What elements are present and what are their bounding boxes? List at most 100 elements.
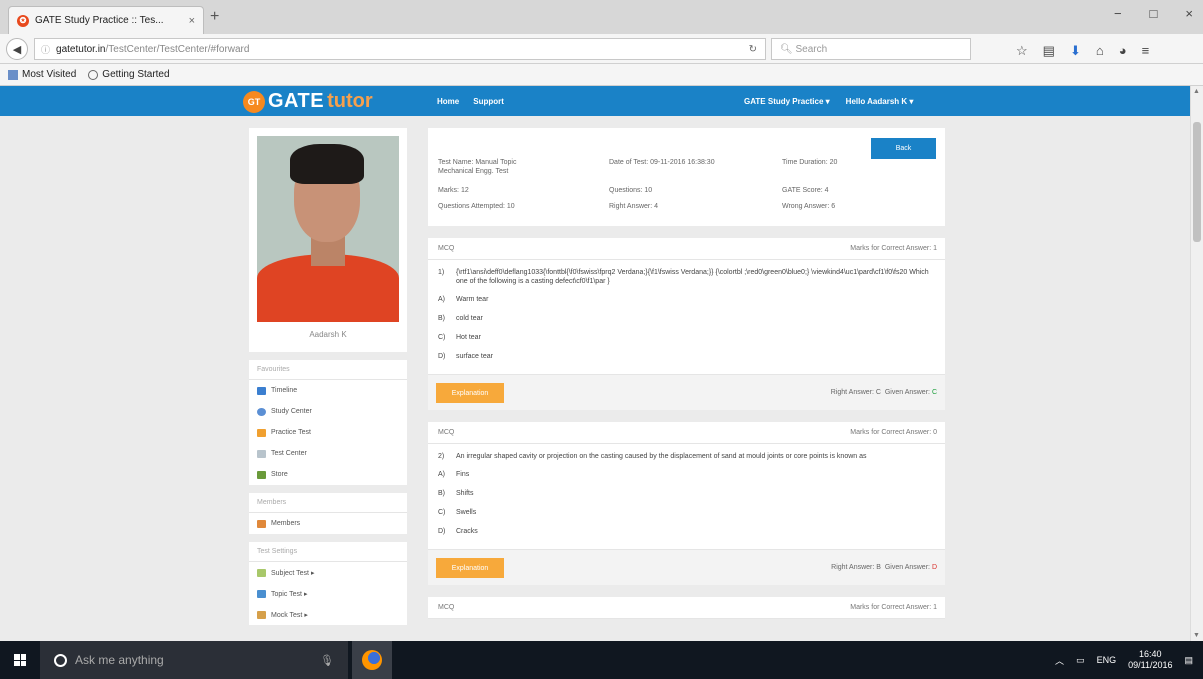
tab-close-icon[interactable]: × xyxy=(189,15,195,27)
system-tray: ︿ ▭ ENG 16:40 09/11/2016 ▤ xyxy=(1055,641,1193,679)
timeline-icon xyxy=(257,386,266,395)
notification-icon[interactable]: ▤ xyxy=(1184,655,1193,666)
sidebar-item-members[interactable]: Members xyxy=(249,513,407,534)
new-tab-button[interactable]: + xyxy=(210,8,219,26)
sidebar-item-study-center[interactable]: Study Center xyxy=(249,401,407,422)
user-nav: GATE Study Practice ▾ Hello Aadarsh K ▾ xyxy=(744,97,913,106)
taskbar-firefox[interactable] xyxy=(352,641,392,679)
questions-attempted: Questions Attempted: 10 xyxy=(438,203,515,210)
nav-home[interactable]: Home xyxy=(437,97,459,106)
profile-name: Aadarsh K xyxy=(309,330,347,339)
sidebar-item-label: Topic Test ▸ xyxy=(271,590,308,598)
language-indicator[interactable]: ENG xyxy=(1097,655,1117,665)
subject-test-icon xyxy=(257,568,266,577)
question-type: MCQ xyxy=(438,245,455,252)
bookmark-label: Getting Started xyxy=(102,69,170,80)
scroll-thumb[interactable] xyxy=(1193,122,1201,242)
info-icon[interactable]: ⓘ xyxy=(41,43,50,56)
question-marks: Marks for Correct Answer: 1 xyxy=(850,604,937,611)
bookmarks-bar: Most Visited Getting Started xyxy=(0,64,1203,86)
sidebar-item-label: Subject Test ▸ xyxy=(271,569,315,577)
scroll-up-icon[interactable]: ▲ xyxy=(1193,88,1200,95)
question-text-row: 2) An irregular shaped cavity or project… xyxy=(438,452,935,461)
test-questions: Questions: 10 xyxy=(609,187,653,194)
sidebar-item-test-center[interactable]: Test Center xyxy=(249,443,407,464)
test-marks: Marks: 12 xyxy=(438,187,469,194)
close-window-button[interactable]: × xyxy=(1185,6,1193,21)
option-letter: B) xyxy=(438,315,445,322)
option-letter: C) xyxy=(438,334,446,341)
explanation-button[interactable]: Explanation xyxy=(436,383,504,403)
question-header: MCQ Marks for Correct Answer: 1 xyxy=(428,238,945,260)
option-b: B) Shifts xyxy=(438,484,935,503)
tray-chevron-icon[interactable]: ︿ xyxy=(1055,654,1064,667)
minimize-button[interactable]: − xyxy=(1114,6,1122,21)
option-letter: A) xyxy=(438,471,445,478)
test-center-icon xyxy=(257,449,266,458)
favourites-panel: Favourites Timeline Study Center Practic… xyxy=(249,360,407,485)
microphone-icon[interactable]: 🎙︎ xyxy=(320,654,334,667)
logo-text-gate: GATE xyxy=(268,90,325,112)
browser-tab[interactable]: ✪ GATE Study Practice :: Tes... × xyxy=(8,6,204,34)
search-input[interactable]: 🔍︎ Search xyxy=(771,38,971,60)
sidebar-item-store[interactable]: Store xyxy=(249,464,407,485)
wrong-answers: Wrong Answer: 6 xyxy=(782,203,836,210)
question-body: 2) An irregular shaped cavity or project… xyxy=(428,444,945,549)
windows-start-icon[interactable] xyxy=(14,654,26,666)
bookmark-getting-started[interactable]: Getting Started xyxy=(88,69,170,80)
url-bar[interactable]: ⓘ gatetutor.in /TestCenter/TestCenter/#f… xyxy=(34,38,766,60)
maximize-button[interactable]: □ xyxy=(1150,6,1158,21)
option-c: C) Hot tear xyxy=(438,328,935,347)
cortana-search[interactable]: Ask me anything 🎙︎ xyxy=(40,641,348,679)
sidebar-item-label: Store xyxy=(271,471,288,478)
reload-icon[interactable]: ↻ xyxy=(749,44,757,55)
sidebar-item-label: Practice Test xyxy=(271,429,311,436)
nav-support[interactable]: Support xyxy=(473,97,504,106)
nav-bar: ◀ ⓘ gatetutor.in /TestCenter/TestCenter/… xyxy=(0,34,1203,64)
back-arrow-icon[interactable]: ◀ xyxy=(6,38,28,60)
sidebar-item-timeline[interactable]: Timeline xyxy=(249,380,407,401)
photo-hair xyxy=(290,144,364,184)
bookmark-most-visited[interactable]: Most Visited xyxy=(8,69,76,80)
question-text-row: 1) {\rtf1\ansi\deff0\deflang1033{\fonttb… xyxy=(438,268,935,286)
option-text: surface tear xyxy=(456,353,493,360)
question-text: An irregular shaped cavity or projection… xyxy=(456,453,867,460)
option-d: D) Cracks xyxy=(438,522,935,541)
toolbar-icons: ☆ ▤ ⬇ ⌂ ◕ ≡ xyxy=(1016,43,1149,59)
question-number: 1) xyxy=(438,269,445,276)
option-text: cold tear xyxy=(456,315,483,322)
answer-summary: Right Answer: B Given Answer: D xyxy=(831,564,937,571)
profile-photo[interactable] xyxy=(257,136,399,322)
explanation-button[interactable]: Explanation xyxy=(436,558,504,578)
test-duration: Time Duration: 20 xyxy=(782,159,838,166)
question-marks: Marks for Correct Answer: 0 xyxy=(850,429,937,436)
scroll-down-icon[interactable]: ▼ xyxy=(1193,632,1200,639)
question-header: MCQ Marks for Correct Answer: 1 xyxy=(428,597,945,619)
pocket-icon[interactable]: ◕ xyxy=(1119,43,1127,59)
clock[interactable]: 16:40 09/11/2016 xyxy=(1128,649,1172,671)
sidebar-item-topic-test[interactable]: Topic Test ▸ xyxy=(249,583,407,604)
nav-user-menu[interactable]: Hello Aadarsh K ▾ xyxy=(846,97,914,106)
reading-list-icon[interactable]: ▤ xyxy=(1043,43,1055,59)
menu-icon[interactable]: ≡ xyxy=(1142,43,1150,59)
sidebar-item-subject-test[interactable]: Subject Test ▸ xyxy=(249,562,407,583)
home-icon[interactable]: ⌂ xyxy=(1096,43,1104,59)
sidebar-item-practice-test[interactable]: Practice Test xyxy=(249,422,407,443)
page-scrollbar[interactable]: ▲ ▼ xyxy=(1190,86,1203,641)
site-logo[interactable]: GT GATE tutor xyxy=(243,90,373,113)
sidebar-item-mock-test[interactable]: Mock Test ▸ xyxy=(249,604,407,625)
nav-gate-study-practice[interactable]: GATE Study Practice ▾ xyxy=(744,97,830,106)
taskbar: Ask me anything 🎙︎ ︿ ▭ ENG 16:40 09/11/2… xyxy=(0,641,1203,679)
tab-bar: ✪ GATE Study Practice :: Tes... × + − □ … xyxy=(0,0,1203,34)
back-button[interactable]: Back xyxy=(871,138,936,159)
question-text: {\rtf1\ansi\deff0\deflang1033{\fonttbl{\… xyxy=(456,269,929,285)
network-icon[interactable]: ▭ xyxy=(1076,655,1085,666)
study-center-icon xyxy=(257,407,266,416)
bookmark-label: Most Visited xyxy=(22,69,77,80)
option-a: A) Warm tear xyxy=(438,290,935,309)
given-answer-value: C xyxy=(931,389,937,396)
question-type: MCQ xyxy=(438,604,455,611)
logo-badge: GT xyxy=(243,90,265,113)
bookmark-star-icon[interactable]: ☆ xyxy=(1016,43,1028,59)
download-icon[interactable]: ⬇ xyxy=(1070,43,1081,59)
